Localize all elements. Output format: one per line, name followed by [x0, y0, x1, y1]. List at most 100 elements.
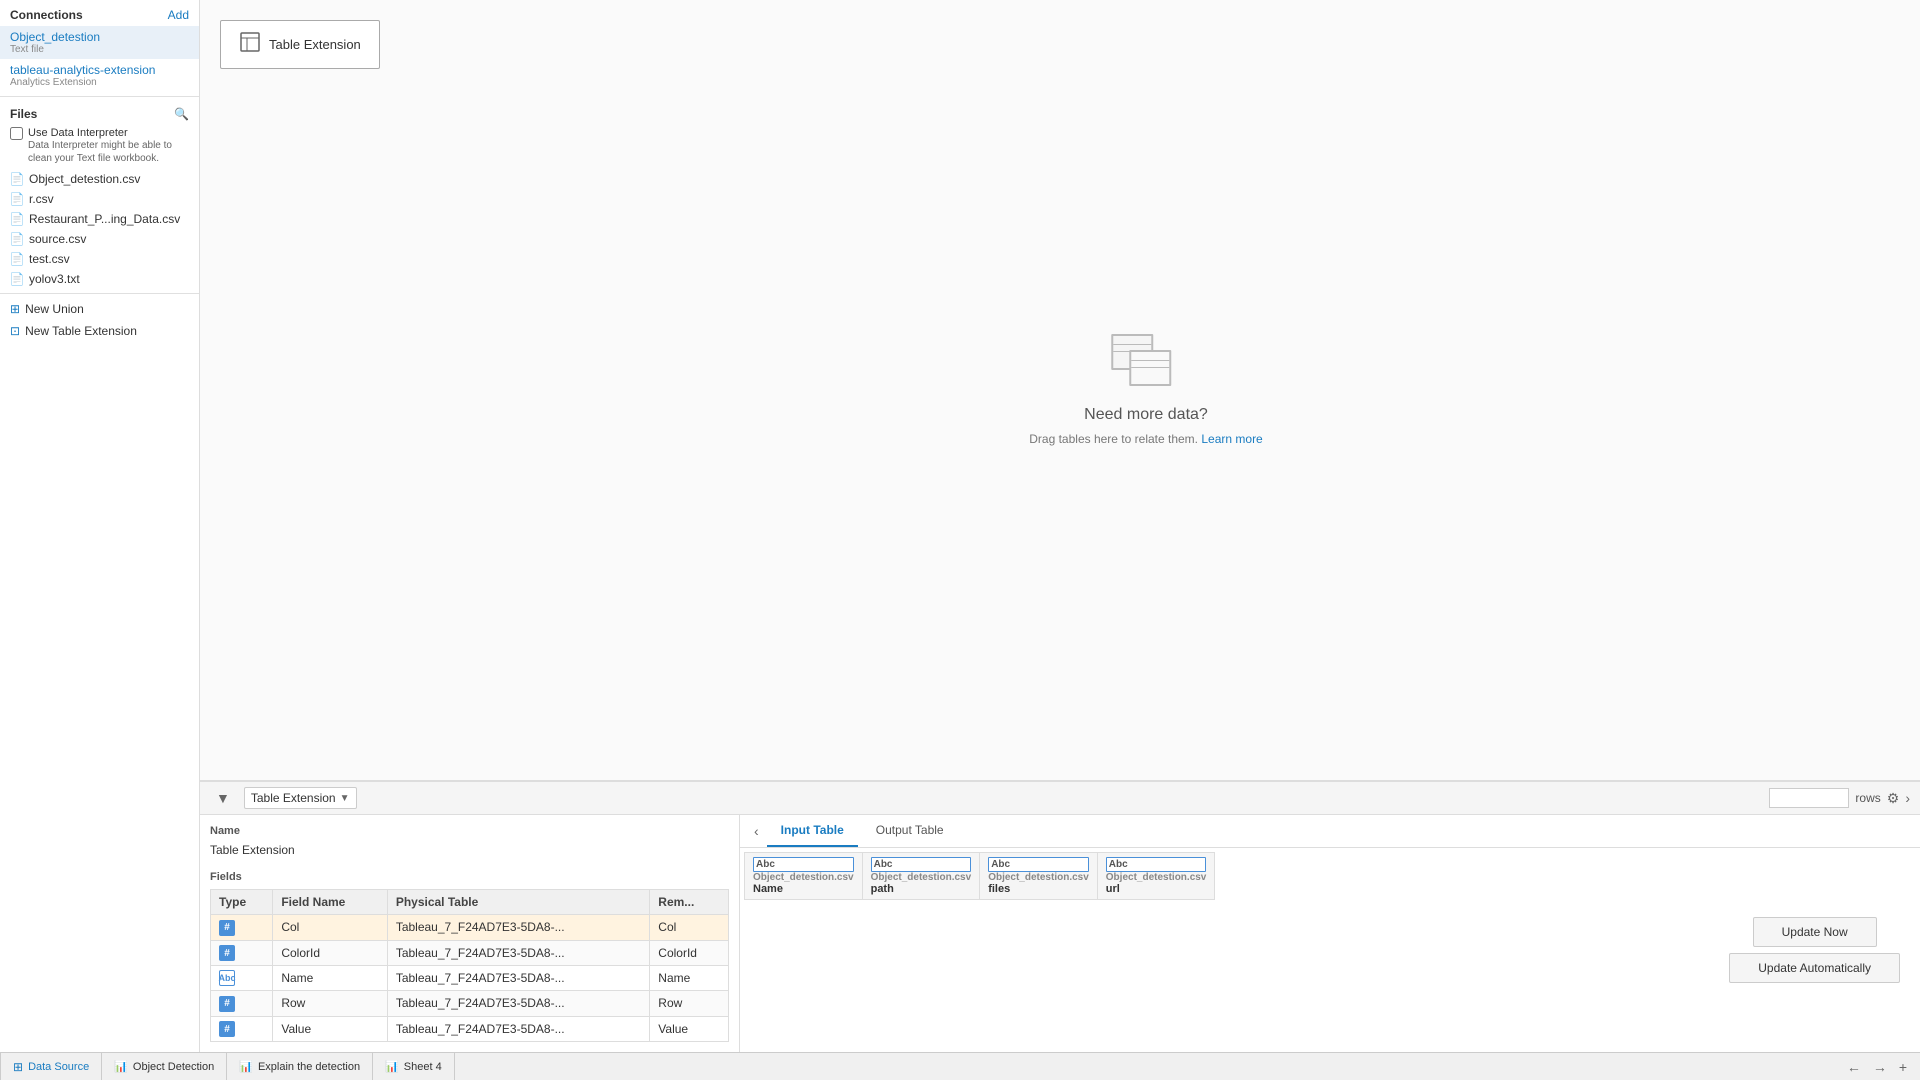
table-extension-box[interactable]: Table Extension: [220, 20, 380, 69]
csv-icon: 📄: [10, 212, 24, 226]
extension-icon: ⊡: [10, 324, 20, 338]
field-type-cell: #: [211, 940, 273, 966]
type-num-icon: #: [219, 945, 235, 961]
bottom-panel: ▼ Table Extension ▼ rows ⚙ › Name: [200, 780, 1920, 1052]
file-item-1[interactable]: 📄 Object_detestion.csv: [0, 169, 199, 189]
fields-panel: Name Table Extension Fields Type Field N…: [200, 815, 740, 1052]
txt-icon: 📄: [10, 272, 24, 286]
field-physical-table-cell: Tableau_7_F24AD7E3-5DA8-...: [387, 940, 649, 966]
dropdown-arrow-icon: ▼: [340, 793, 350, 804]
data-panel: ‹ Input Table Output Table Abc Object_de…: [740, 815, 1920, 1052]
field-type-cell: #: [211, 991, 273, 1017]
connection-item-2[interactable]: tableau-analytics-extension Analytics Ex…: [0, 59, 199, 92]
table-row: # ColorId Tableau_7_F24AD7E3-5DA8-... Co…: [211, 940, 729, 966]
collapse-button[interactable]: ▼: [210, 786, 236, 810]
need-more-subtitle: Drag tables here to relate them. Learn m…: [1029, 432, 1262, 446]
field-type-cell: Abc: [211, 966, 273, 991]
sheet-icon-1: 📊: [114, 1060, 128, 1073]
files-header: Files: [10, 107, 37, 121]
rows-input[interactable]: [1769, 788, 1849, 808]
field-type-cell: #: [211, 915, 273, 941]
update-automatically-button[interactable]: Update Automatically: [1729, 953, 1900, 983]
sheet-icon-2: 📊: [239, 1060, 253, 1073]
nav-next-button[interactable]: →: [1868, 1057, 1892, 1077]
field-remap-cell: Col: [650, 915, 729, 941]
type-num-icon: #: [219, 1021, 235, 1037]
data-col-header: Abc Object_detestion.csv files: [980, 853, 1098, 900]
new-union-button[interactable]: ⊞ New Union: [0, 298, 199, 320]
sidebar: Connections Add Object_detestion Text fi…: [0, 0, 200, 1052]
data-table-wrapper: Abc Object_detestion.csv Name Abc Object…: [740, 848, 1219, 1052]
database-icon: [1111, 334, 1181, 394]
rows-label: rows: [1855, 791, 1880, 805]
search-icon[interactable]: 🔍: [174, 107, 189, 121]
type-abc-icon: Abc: [219, 970, 235, 986]
col-field-name: Field Name: [273, 890, 387, 915]
status-bar: ⊞ Data Source 📊 Object Detection 📊 Expla…: [0, 1052, 1920, 1080]
add-connection-button[interactable]: Add: [168, 8, 189, 22]
connections-header: Connections: [10, 8, 83, 22]
field-name-cell: Row: [273, 991, 387, 1017]
fields-table: Type Field Name Physical Table Rem... # …: [210, 889, 729, 1042]
field-remap-cell: Row: [650, 991, 729, 1017]
file-item-5[interactable]: 📄 test.csv: [0, 249, 199, 269]
col-physical-table: Physical Table: [387, 890, 649, 915]
sheet-explain-detection[interactable]: 📊 Explain the detection: [227, 1053, 373, 1080]
union-icon: ⊞: [10, 302, 20, 316]
csv-icon: 📄: [10, 172, 24, 186]
sheet-object-detection[interactable]: 📊 Object Detection: [102, 1053, 227, 1080]
update-now-button[interactable]: Update Now: [1753, 917, 1877, 947]
name-value: Table Extension: [210, 839, 729, 861]
settings-icon[interactable]: ⚙: [1887, 790, 1900, 807]
file-item-3[interactable]: 📄 Restaurant_P...ing_Data.csv: [0, 209, 199, 229]
field-type-cell: #: [211, 1016, 273, 1042]
data-source-icon: ⊞: [13, 1060, 23, 1074]
data-col-header: Abc Object_detestion.csv Name: [745, 853, 863, 900]
add-sheet-button[interactable]: +: [1894, 1057, 1912, 1077]
table-extension-icon: [239, 31, 261, 58]
field-remap-cell: Name: [650, 966, 729, 991]
action-buttons: Update Now Update Automatically: [1709, 848, 1920, 1052]
field-physical-table-cell: Tableau_7_F24AD7E3-5DA8-...: [387, 966, 649, 991]
csv-icon: 📄: [10, 252, 24, 266]
file-item-6[interactable]: 📄 yolov3.txt: [0, 269, 199, 289]
data-row-area: Abc Object_detestion.csv Name Abc Object…: [740, 848, 1920, 1052]
data-source-tab[interactable]: ⊞ Data Source: [0, 1053, 102, 1080]
col-remap: Rem...: [650, 890, 729, 915]
table-row: # Value Tableau_7_F24AD7E3-5DA8-... Valu…: [211, 1016, 729, 1042]
need-more-data-area: Need more data? Drag tables here to rela…: [1029, 334, 1262, 446]
col-type: Type: [211, 890, 273, 915]
field-physical-table-cell: Tableau_7_F24AD7E3-5DA8-...: [387, 915, 649, 941]
need-more-title: Need more data?: [1084, 406, 1208, 424]
tabs-row: ‹ Input Table Output Table: [740, 815, 1920, 848]
file-item-2[interactable]: 📄 r.csv: [0, 189, 199, 209]
file-item-4[interactable]: 📄 source.csv: [0, 229, 199, 249]
expand-icon[interactable]: ›: [1905, 790, 1910, 806]
csv-icon: 📄: [10, 232, 24, 246]
name-label: Name: [210, 825, 729, 837]
field-name-cell: Name: [273, 966, 387, 991]
field-name-cell: Col: [273, 915, 387, 941]
type-num-icon: #: [219, 996, 235, 1012]
tab-output-table[interactable]: Output Table: [862, 815, 958, 847]
table-extension-dropdown[interactable]: Table Extension ▼: [244, 787, 357, 809]
sheet-4[interactable]: 📊 Sheet 4: [373, 1053, 455, 1080]
connection-item-1[interactable]: Object_detestion Text file: [0, 26, 199, 59]
nav-prev-button[interactable]: ←: [1842, 1057, 1866, 1077]
tab-prev-button[interactable]: ‹: [750, 817, 763, 845]
sheet-icon-3: 📊: [385, 1060, 399, 1073]
bottom-content: Name Table Extension Fields Type Field N…: [200, 815, 1920, 1052]
csv-icon: 📄: [10, 192, 24, 206]
field-remap-cell: ColorId: [650, 940, 729, 966]
bottom-toolbar: ▼ Table Extension ▼ rows ⚙ ›: [200, 782, 1920, 815]
new-table-extension-button[interactable]: ⊡ New Table Extension: [0, 320, 199, 342]
table-row: Abc Name Tableau_7_F24AD7E3-5DA8-... Nam…: [211, 966, 729, 991]
fields-label: Fields: [210, 871, 729, 883]
data-col-header: Abc Object_detestion.csv url: [1097, 853, 1215, 900]
learn-more-link[interactable]: Learn more: [1201, 432, 1262, 446]
tab-input-table[interactable]: Input Table: [767, 815, 858, 847]
field-name-cell: ColorId: [273, 940, 387, 966]
table-row: # Col Tableau_7_F24AD7E3-5DA8-... Col: [211, 915, 729, 941]
table-row: # Row Tableau_7_F24AD7E3-5DA8-... Row: [211, 991, 729, 1017]
use-data-interpreter-checkbox[interactable]: Use Data Interpreter Data Interpreter mi…: [0, 123, 199, 169]
